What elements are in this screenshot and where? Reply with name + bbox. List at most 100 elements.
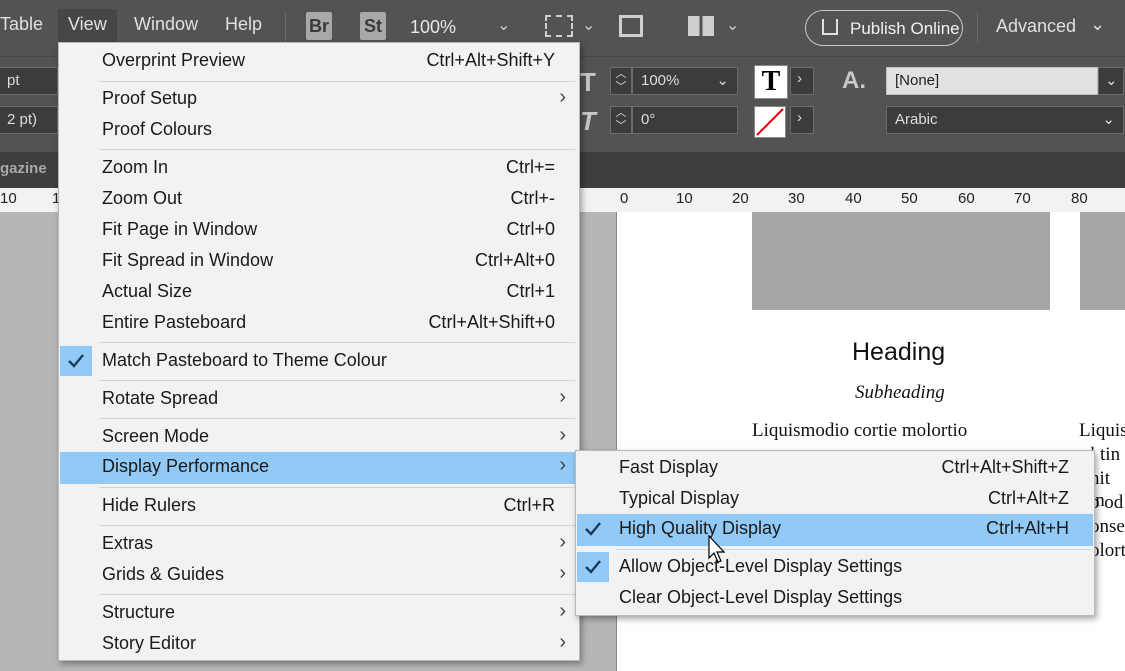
menu-item-label: Rotate Spread <box>102 388 219 408</box>
checkmark-icon <box>577 552 609 582</box>
menu-item-label: Zoom Out <box>102 188 183 208</box>
menu-item-label: Fit Spread in Window <box>102 250 274 270</box>
vertical-scale-icon: T <box>580 67 596 97</box>
skew-icon: T <box>580 106 596 136</box>
document-tab[interactable]: gazine <box>0 160 47 177</box>
menu-item-label: Display Performance <box>102 456 270 476</box>
body-text-right: olort <box>1090 540 1125 561</box>
angle-stepper[interactable]: ︿ ﹀ <box>610 106 632 134</box>
menu-item-proof-setup[interactable]: Proof Setup › <box>60 84 578 114</box>
menu-separator <box>99 487 575 488</box>
screen-mode-icon[interactable] <box>619 15 643 37</box>
chevron-down-icon[interactable]: ⌄ <box>582 15 595 35</box>
menu-item-label: Fit Page in Window <box>102 219 258 239</box>
menu-item-fast-display[interactable]: Fast Display Ctrl+Alt+Shift+Z <box>577 453 1093 483</box>
ruler-tick-label: 80 <box>1071 190 1088 207</box>
stroke-offset-value: 2 pt) <box>7 111 38 128</box>
bridge-button[interactable]: Br <box>306 12 332 40</box>
menu-item-zoom-out[interactable]: Zoom Out Ctrl+- <box>60 184 578 214</box>
ruler-tick-label: 50 <box>901 190 918 207</box>
menu-item-zoom-in[interactable]: Zoom In Ctrl+= <box>60 153 578 183</box>
menu-help[interactable]: Help <box>225 14 262 35</box>
stroke-offset-field[interactable]: 2 pt) <box>0 106 58 134</box>
menu-item-label: Proof Setup <box>102 88 198 108</box>
menu-item-label: Clear Object-Level Display Settings <box>619 587 903 607</box>
menu-item-fit-spread[interactable]: Fit Spread in Window Ctrl+Alt+0 <box>60 246 578 276</box>
chevron-right-icon: › <box>559 454 566 476</box>
ruler-tick-label: 0 <box>620 190 629 207</box>
menu-item-label: Fast Display <box>619 457 719 477</box>
menu-table[interactable]: Table <box>0 14 43 35</box>
chevron-down-icon[interactable]: ⌄ <box>1098 67 1124 95</box>
menu-item-structure[interactable]: Structure › <box>60 598 578 628</box>
stroke-weight-field[interactable]: pt <box>0 67 58 95</box>
image-frame[interactable] <box>752 212 1050 310</box>
share-icon <box>822 19 838 35</box>
menu-item-label: Proof Colours <box>102 119 213 139</box>
menu-view[interactable]: View <box>58 9 117 45</box>
display-performance-submenu: Fast Display Ctrl+Alt+Shift+Z Typical Dis… <box>575 450 1095 616</box>
menu-item-fit-page[interactable]: Fit Page in Window Ctrl+0 <box>60 215 578 245</box>
chevron-right-icon[interactable]: › <box>790 67 814 95</box>
chevron-down-icon: ⌄ <box>1102 111 1115 128</box>
menu-item-display-performance[interactable]: Display Performance › <box>60 452 578 484</box>
menu-item-rotate-spread[interactable]: Rotate Spread › <box>60 384 578 414</box>
menu-item-high-quality-display[interactable]: High Quality Display Ctrl+Alt+H <box>577 514 1093 546</box>
menu-item-screen-mode[interactable]: Screen Mode › <box>60 422 578 452</box>
ruler-tick-label: 20 <box>732 190 749 207</box>
menu-item-story-editor[interactable]: Story Editor › <box>60 629 578 659</box>
character-style-icon: A. <box>842 67 866 94</box>
view-menu: Overprint Preview Ctrl+Alt+Shift+Y Proof … <box>58 42 580 661</box>
menu-item-shortcut: Ctrl+Alt+H <box>985 518 1069 538</box>
menu-item-overprint-preview[interactable]: Overprint Preview Ctrl+Alt+Shift+Y <box>60 46 578 76</box>
menu-separator <box>99 594 575 595</box>
menu-item-match-pasteboard[interactable]: Match Pasteboard to Theme Colour <box>60 346 578 376</box>
text-stroke-swatch[interactable] <box>754 106 786 138</box>
zoom-level[interactable]: 100% <box>410 17 456 38</box>
view-options-icon[interactable] <box>545 15 573 37</box>
angle-field[interactable]: 0° <box>632 106 738 134</box>
publish-online-button[interactable]: Publish Online <box>805 10 963 46</box>
menu-item-shortcut: Ctrl+Alt+Shift+0 <box>428 312 555 332</box>
chevron-right-icon: › <box>559 562 566 584</box>
stock-button[interactable]: St <box>360 12 386 40</box>
chevron-down-icon[interactable]: ⌄ <box>497 15 510 35</box>
menu-window[interactable]: Window <box>134 14 198 35</box>
menu-item-entire-pasteboard[interactable]: Entire Pasteboard Ctrl+Alt+Shift+0 <box>60 308 578 338</box>
text-fill-swatch[interactable]: T <box>754 65 788 99</box>
arrange-documents-icon[interactable] <box>688 16 714 36</box>
menu-item-extras[interactable]: Extras › <box>60 529 578 559</box>
menu-item-shortcut: Ctrl+0 <box>506 219 555 239</box>
menu-item-grids-guides[interactable]: Grids & Guides › <box>60 560 578 590</box>
menu-item-clear-object-level[interactable]: Clear Object-Level Display Settings <box>577 583 1093 613</box>
menu-item-shortcut: Ctrl+Alt+Shift+Z <box>941 457 1069 477</box>
scale-stepper[interactable]: ︿ ﹀ <box>610 67 632 95</box>
menu-separator <box>99 525 575 526</box>
scale-field[interactable]: 100% ⌄ <box>632 67 738 95</box>
none-swatch-icon <box>756 108 784 136</box>
language-dropdown[interactable]: Arabic ⌄ <box>886 106 1124 134</box>
chevron-down-icon: ⌄ <box>716 72 729 89</box>
chevron-down-icon[interactable]: ⌄ <box>726 15 739 35</box>
menu-item-typical-display[interactable]: Typical Display Ctrl+Alt+Z <box>577 484 1093 514</box>
menu-item-allow-object-level[interactable]: Allow Object-Level Display Settings <box>577 552 1093 582</box>
ruler-tick-label: 40 <box>845 190 862 207</box>
scale-value: 100% <box>641 72 680 89</box>
menu-item-actual-size[interactable]: Actual Size Ctrl+1 <box>60 277 578 307</box>
menu-separator <box>99 418 575 419</box>
menu-item-hide-rulers[interactable]: Hide Rulers Ctrl+R <box>60 491 578 521</box>
menu-item-label: Typical Display <box>619 488 740 508</box>
menu-item-proof-colours[interactable]: Proof Colours <box>60 115 578 145</box>
chevron-down-icon[interactable]: ⌄ <box>1090 14 1105 35</box>
character-style-field[interactable]: [None] <box>886 67 1098 95</box>
image-frame[interactable] <box>1080 212 1125 310</box>
menu-separator <box>99 342 575 343</box>
chevron-right-icon[interactable]: › <box>790 106 814 134</box>
mouse-cursor-icon <box>708 535 726 563</box>
ruler-tick-label: 10 <box>0 190 17 207</box>
menu-item-label: Actual Size <box>102 281 193 301</box>
workspace-switcher[interactable]: Advanced <box>996 16 1076 37</box>
character-style-value: [None] <box>895 72 940 89</box>
chevron-right-icon: › <box>559 531 566 553</box>
menu-item-label: Screen Mode <box>102 426 210 446</box>
